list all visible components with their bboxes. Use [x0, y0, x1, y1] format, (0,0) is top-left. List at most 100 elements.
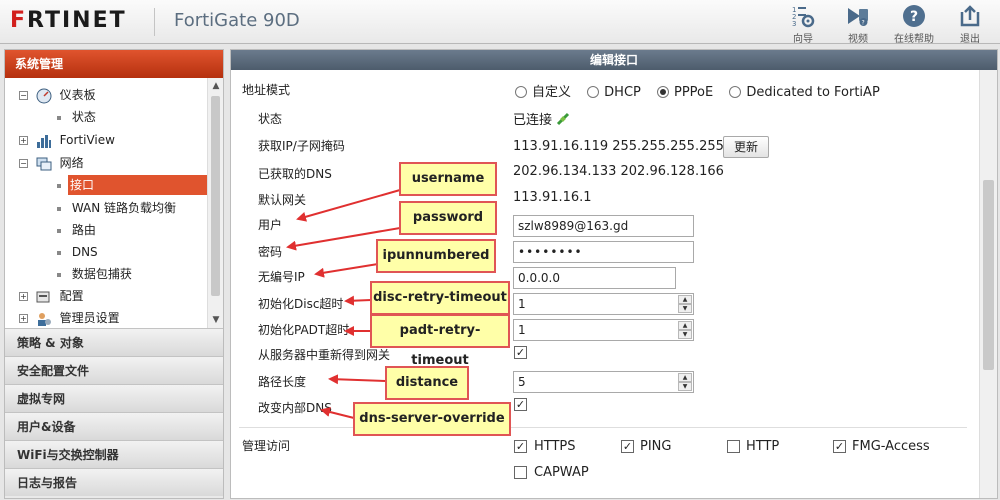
video-icon: ? — [848, 8, 868, 27]
expand-icon[interactable]: + — [19, 136, 28, 145]
unnumbered-ip-input[interactable]: 0.0.0.0 — [513, 267, 676, 289]
address-mode-options: 自定义 DHCP PPPoE Dedicated to FortiAP — [515, 81, 892, 100]
dns-override-checkbox[interactable]: ✓ — [514, 398, 527, 411]
unnumbered-ip-label: 无编号IP — [258, 270, 305, 284]
radio-dhcp[interactable]: DHCP — [587, 85, 641, 100]
scrollbar-thumb[interactable] — [983, 180, 994, 370]
section-divider — [239, 427, 967, 428]
spinner-down-icon[interactable]: ▼ — [678, 382, 692, 391]
tree-item-label: 接口 — [68, 175, 212, 195]
tree-item-label: 管理员设置 — [59, 311, 120, 325]
ping-label: PING — [640, 439, 672, 454]
online-help-label: 在线帮助 — [894, 34, 934, 45]
tree-item-packet-capture[interactable]: 数据包捕获 — [57, 263, 132, 285]
spinner-up-icon[interactable]: ▲ — [678, 321, 692, 330]
tree-item-routing[interactable]: 路由 — [57, 219, 96, 241]
callout-username: username — [399, 162, 497, 196]
sidebar-section-wifi-switch[interactable]: WiFi与交换控制器 — [5, 440, 223, 468]
capwap-checkbox[interactable] — [514, 466, 527, 479]
disc-timeout-spinner[interactable]: 1 ▲ ▼ — [513, 293, 694, 315]
padt-timeout-spinner[interactable]: 1 ▲ ▼ — [513, 319, 694, 341]
wizard-label: 向导 — [793, 34, 813, 45]
tree-item-status[interactable]: 状态 — [57, 106, 96, 128]
tree-item-interfaces[interactable]: 接口 — [57, 174, 212, 196]
callout-ipunnumbered: ipunnumbered — [376, 239, 496, 273]
scroll-up-icon[interactable]: ▲ — [208, 78, 223, 94]
http-checkbox[interactable] — [727, 440, 740, 453]
header-divider — [154, 8, 155, 36]
sidebar-scrollbar[interactable]: ▲ ▼ — [207, 78, 223, 328]
spinner-down-icon[interactable]: ▼ — [678, 330, 692, 339]
fmg-access-checkbox[interactable]: ✓ — [833, 440, 846, 453]
distance-spinner[interactable]: 5 ▲ ▼ — [513, 371, 694, 393]
spinner-down-icon[interactable]: ▼ — [678, 304, 692, 313]
radio-pppoe[interactable]: PPPoE — [657, 85, 713, 100]
tree-item-label: 状态 — [71, 110, 96, 124]
https-checkbox[interactable]: ✓ — [514, 440, 527, 453]
wizard-button[interactable]: 1 2 3 向导 — [781, 4, 825, 45]
tree-item-label: 数据包捕获 — [71, 267, 132, 281]
bullet-icon — [57, 228, 61, 233]
tree-item-dns[interactable]: DNS — [57, 241, 98, 263]
video-button[interactable]: ? 视频 — [836, 4, 880, 45]
password-input[interactable]: •••••••• — [513, 241, 694, 263]
tree-item-label: 配置 — [59, 289, 84, 303]
collapse-icon[interactable]: − — [19, 159, 28, 168]
sidebar-section-log-report[interactable]: 日志与报告 — [5, 468, 223, 496]
radio-icon — [729, 86, 742, 98]
logout-button[interactable]: 退出 — [948, 4, 992, 45]
username-input[interactable]: szlw8989@163.gd — [513, 215, 694, 237]
radio-custom[interactable]: 自定义 — [515, 81, 571, 100]
help-icon: ? — [903, 5, 925, 27]
tree-item-dashboard[interactable]: − 仪表板 — [19, 84, 96, 106]
fortinet-logo[interactable]: FRTINET — [10, 8, 127, 36]
edit-interface-panel: 编辑接口 地址模式 自定义 DHCP PPPoE Dedicated to Fo… — [230, 49, 998, 499]
fortiview-icon — [36, 134, 51, 148]
sidebar-section-vpn[interactable]: 虚拟专网 — [5, 384, 223, 412]
callout-dns-server-override: dns-server-override — [353, 402, 511, 436]
svg-text:?: ? — [910, 9, 918, 25]
spinner-up-icon[interactable]: ▲ — [678, 295, 692, 304]
sidebar-section-user-device[interactable]: 用户&设备 — [5, 412, 223, 440]
bullet-icon — [57, 206, 61, 211]
dns-override-label: 改变内部DNS — [258, 401, 332, 415]
network-icon — [36, 157, 52, 170]
tree-item-network[interactable]: − 网络 — [19, 152, 84, 174]
retrieve-gateway-checkbox[interactable]: ✓ — [514, 346, 527, 359]
callout-padt-retry-timeout: padt-retry-timeout — [370, 314, 510, 368]
tree-item-config[interactable]: + 配置 — [19, 285, 84, 307]
sidebar-section-policy-objects[interactable]: 策略 & 对象 — [5, 328, 223, 356]
retrieve-gateway-label: 从服务器中重新得到网关 — [258, 348, 391, 362]
tree-item-label: 仪表板 — [59, 88, 96, 102]
expand-icon[interactable]: + — [19, 314, 28, 323]
scrollbar-thumb[interactable] — [211, 96, 220, 296]
callout-disc-retry-timeout: disc-retry-timeout — [370, 281, 510, 315]
disc-timeout-value: 1 — [518, 297, 526, 311]
top-header: FRTINET FortiGate 90D 1 2 3 向导 ? 视频 ? 在线… — [0, 0, 1000, 45]
callout-password: password — [399, 201, 497, 235]
scroll-down-icon[interactable]: ▼ — [208, 312, 223, 328]
obtained-dns-value: 202.96.134.133 202.96.128.166 — [513, 164, 724, 179]
sidebar-section-system[interactable]: 系统管理 — [5, 50, 223, 78]
refresh-button[interactable]: 更新 — [723, 136, 769, 158]
callout-distance: distance — [385, 366, 469, 400]
panel-scrollbar[interactable] — [979, 70, 997, 498]
tree-item-admin-settings[interactable]: + 管理员设置 — [19, 307, 120, 328]
spinner-up-icon[interactable]: ▲ — [678, 373, 692, 382]
radio-dedicated-fortiap[interactable]: Dedicated to FortiAP — [729, 85, 880, 100]
obtained-dns-label: 已获取的DNS — [258, 167, 332, 181]
padt-timeout-value: 1 — [518, 323, 526, 337]
distance-label: 路径长度 — [258, 375, 307, 389]
sidebar-section-security-profiles[interactable]: 安全配置文件 — [5, 356, 223, 384]
expand-icon[interactable]: + — [19, 292, 28, 301]
tree-item-label: WAN 链路负载均衡 — [71, 201, 177, 215]
collapse-icon[interactable]: − — [19, 91, 28, 100]
device-name: FortiGate 90D — [174, 10, 300, 31]
ping-checkbox[interactable]: ✓ — [621, 440, 634, 453]
address-mode-label: 地址模式 — [242, 83, 291, 97]
default-gateway-value: 113.91.16.1 — [513, 190, 592, 205]
tree-item-wan-load-balancing[interactable]: WAN 链路负载均衡 — [57, 197, 176, 219]
connected-icon — [557, 112, 570, 126]
online-help-button[interactable]: ? 在线帮助 — [892, 4, 936, 45]
tree-item-fortiview[interactable]: + FortiView — [19, 129, 115, 151]
